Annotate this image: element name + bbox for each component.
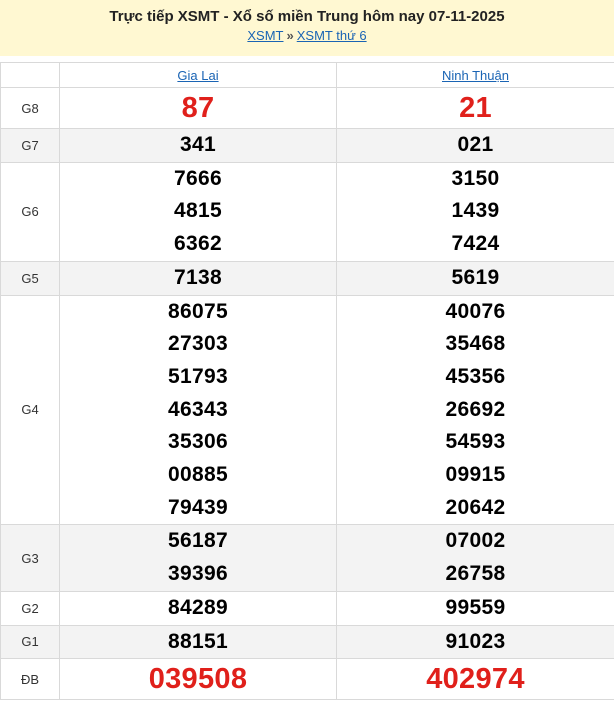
prize-number: 26692	[445, 397, 506, 421]
province-col-2: Ninh Thuận	[336, 62, 614, 88]
prize-row-g7: G7 341 021	[0, 128, 614, 163]
prize-number: 21	[459, 92, 492, 124]
prize-row-g6: G6 7666 4815 6362 3150 1439 7424	[0, 161, 614, 262]
prize-row-special: ĐB 039508 402974	[0, 658, 614, 701]
prize-cell: 341	[59, 128, 337, 163]
page-title: Trực tiếp XSMT - Xổ số miền Trung hôm na…	[109, 8, 505, 25]
prize-cell: 3150 1439 7424	[336, 161, 614, 262]
prize-cell: 07002 26758	[336, 524, 614, 592]
prize-label: G4	[0, 294, 60, 526]
prize-number: 6362	[174, 232, 222, 256]
prize-number: 4815	[174, 199, 222, 223]
prize-row-g1: G1 88151 91023	[0, 624, 614, 660]
prize-cell: 56187 39396	[59, 524, 337, 592]
prize-number: 3150	[451, 166, 500, 190]
prize-cell: 99559	[336, 590, 614, 626]
prize-number: 40076	[445, 299, 506, 323]
prize-number: 07002	[445, 529, 506, 553]
prize-label: G5	[0, 260, 60, 296]
prize-number: 56187	[168, 529, 228, 553]
prize-row-g5: G5 7138 5619	[0, 260, 614, 296]
prize-cell: 402974	[336, 658, 614, 701]
prize-label: G3	[0, 524, 60, 592]
prize-cell: 7138	[59, 260, 337, 296]
prize-number: 91023	[445, 629, 506, 653]
province-col-1: Gia Lai	[59, 62, 337, 88]
prize-number: 99559	[445, 595, 506, 619]
prize-number: 5619	[451, 265, 500, 289]
prize-number: 7666	[174, 166, 222, 190]
prize-number: 79439	[168, 495, 228, 519]
prize-number: 88151	[168, 629, 228, 653]
prize-label: G6	[0, 161, 60, 262]
prize-cell: 91023	[336, 624, 614, 660]
prize-label: G7	[0, 128, 60, 163]
prize-cell: 021	[336, 128, 614, 163]
prize-number: 86075	[168, 299, 228, 323]
prize-row-g2: G2 84289 99559	[0, 590, 614, 626]
province-link-gia-lai[interactable]: Gia Lai	[177, 68, 218, 83]
special-prize-number: 402974	[426, 663, 525, 696]
prize-row-g4: G4 86075 27303 51793 46343 35306 00885 7…	[0, 294, 614, 526]
prize-cell: 039508	[59, 658, 337, 701]
prize-number: 87	[181, 92, 215, 124]
prize-cell: 5619	[336, 260, 614, 296]
breadcrumb-link-day[interactable]: XSMT thứ 6	[297, 28, 367, 43]
prize-number: 45356	[445, 364, 506, 388]
prize-label: G2	[0, 590, 60, 626]
corner-cell	[0, 62, 60, 88]
prize-number: 1439	[451, 199, 500, 223]
results-table: Gia Lai Ninh Thuận G8 87 21 G7 341 021 G…	[0, 62, 614, 701]
prize-number: 27303	[168, 332, 228, 356]
prize-number: 20642	[445, 495, 506, 519]
prize-number: 00885	[168, 463, 228, 487]
prize-label: ĐB	[0, 658, 60, 701]
prize-row-g8: G8 87 21	[0, 87, 614, 129]
prize-number: 7138	[174, 265, 222, 289]
prize-cell: 87	[59, 87, 337, 129]
prize-row-g3: G3 56187 39396 07002 26758	[0, 524, 614, 592]
prize-number: 26758	[445, 562, 506, 586]
page-header: Trực tiếp XSMT - Xổ số miền Trung hôm na…	[0, 0, 614, 56]
prize-number: 51793	[168, 364, 228, 388]
prize-cell: 40076 35468 45356 26692 54593 09915 2064…	[336, 294, 614, 526]
prize-number: 35306	[168, 430, 228, 454]
prize-cell: 7666 4815 6362	[59, 161, 337, 262]
prize-cell: 86075 27303 51793 46343 35306 00885 7943…	[59, 294, 337, 526]
province-header-row: Gia Lai Ninh Thuận	[0, 62, 614, 88]
prize-number: 7424	[451, 232, 500, 256]
prize-number: 84289	[168, 595, 228, 619]
province-link-ninh-thuan[interactable]: Ninh Thuận	[442, 68, 509, 83]
breadcrumb-link-xsmt[interactable]: XSMT	[247, 28, 283, 43]
breadcrumb: XSMT» XSMT thứ 6	[0, 27, 614, 44]
prize-number: 09915	[445, 463, 506, 487]
prize-number: 35468	[445, 332, 506, 356]
prize-number: 021	[457, 133, 494, 156]
prize-label: G8	[0, 87, 60, 129]
prize-number: 46343	[168, 397, 228, 421]
prize-cell: 88151	[59, 624, 337, 660]
special-prize-number: 039508	[148, 663, 248, 696]
prize-number: 54593	[445, 430, 506, 454]
prize-number: 39396	[168, 562, 228, 586]
prize-label: G1	[0, 624, 60, 660]
prize-number: 341	[180, 133, 216, 156]
prize-cell: 84289	[59, 590, 337, 626]
prize-cell: 21	[336, 87, 614, 129]
breadcrumb-separator: »	[286, 28, 294, 43]
